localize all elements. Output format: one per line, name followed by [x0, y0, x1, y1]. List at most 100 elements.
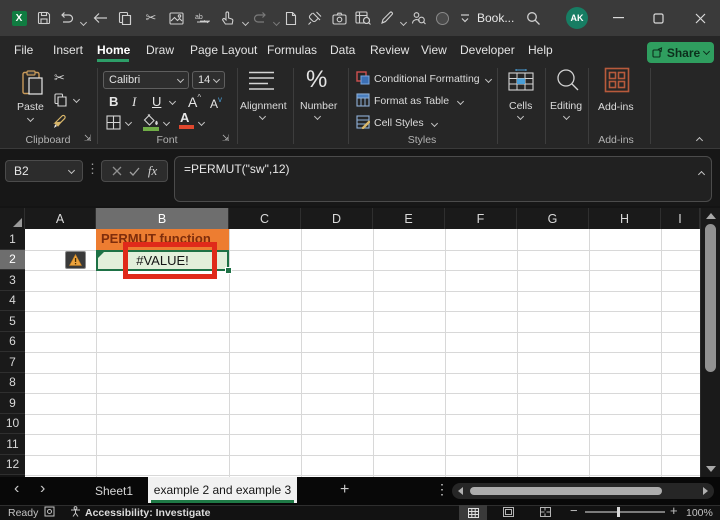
- column-header-a[interactable]: A: [25, 208, 96, 229]
- fill-handle[interactable]: [225, 267, 232, 274]
- row-header-11[interactable]: 11: [0, 434, 25, 455]
- clipboard-dialog-launcher-icon[interactable]: ⇲: [84, 134, 92, 144]
- macro-record-icon[interactable]: [44, 506, 55, 517]
- find-replace-icon[interactable]: ab: [194, 10, 210, 26]
- close-button[interactable]: [683, 0, 717, 36]
- column-header-e[interactable]: E: [373, 208, 445, 229]
- conditional-formatting-button[interactable]: Conditional Formatting: [374, 73, 480, 85]
- font-dialog-launcher-icon[interactable]: ⇲: [222, 134, 230, 144]
- ink-pen-icon[interactable]: [379, 10, 395, 26]
- row-header-8[interactable]: 8: [0, 372, 25, 393]
- bold-button[interactable]: B: [109, 94, 118, 109]
- add-sheet-icon[interactable]: +: [340, 481, 349, 499]
- italic-button[interactable]: I: [132, 94, 136, 110]
- tab-home[interactable]: Home: [97, 43, 130, 57]
- font-name-combo[interactable]: Calibri: [103, 71, 189, 89]
- shrink-font-button[interactable]: Av: [210, 95, 222, 111]
- row-header-3[interactable]: 3: [0, 270, 25, 291]
- column-header-b[interactable]: B: [96, 208, 229, 229]
- redo-dropdown-icon[interactable]: [268, 14, 284, 30]
- underline-button[interactable]: U: [152, 94, 161, 109]
- undo-icon[interactable]: [58, 10, 74, 26]
- ink-pen-dropdown-icon[interactable]: [395, 14, 411, 30]
- scroll-right-icon[interactable]: [703, 487, 708, 495]
- tab-insert[interactable]: Insert: [53, 43, 83, 57]
- cut-button-icon[interactable]: ✂: [54, 71, 65, 86]
- insert-function-icon[interactable]: fx: [148, 163, 157, 179]
- back-icon[interactable]: [92, 10, 108, 26]
- sheet-options-icon[interactable]: ⋮: [435, 481, 449, 498]
- paste-icon[interactable]: [22, 70, 44, 96]
- scroll-up-icon[interactable]: [706, 213, 716, 219]
- sheet-prev-icon[interactable]: ‹: [14, 480, 19, 498]
- zoom-out-button[interactable]: −: [570, 503, 578, 518]
- addins-button[interactable]: Add-ins: [598, 101, 634, 113]
- font-color-icon[interactable]: A: [179, 111, 194, 129]
- lookup-sheet-icon[interactable]: [355, 10, 371, 26]
- column-header-h[interactable]: H: [589, 208, 661, 229]
- grow-font-button[interactable]: A^: [188, 93, 201, 110]
- tab-review[interactable]: Review: [370, 43, 409, 57]
- normal-view-button[interactable]: [459, 505, 487, 520]
- tab-view[interactable]: View: [421, 43, 447, 57]
- column-header-i[interactable]: I: [661, 208, 700, 229]
- row-header-4[interactable]: 4: [0, 290, 25, 311]
- zoom-slider-thumb[interactable]: [617, 507, 620, 517]
- tab-data[interactable]: Data: [330, 43, 355, 57]
- search-icon[interactable]: [525, 10, 541, 26]
- column-header-g[interactable]: G: [517, 208, 589, 229]
- fill-color-icon[interactable]: [143, 113, 159, 131]
- copy-button-icon[interactable]: [54, 93, 67, 107]
- tab-help[interactable]: Help: [528, 43, 553, 57]
- undo-dropdown-icon[interactable]: [75, 14, 91, 30]
- row-header-9[interactable]: 9: [0, 393, 25, 414]
- vertical-scrollbar-thumb[interactable]: [705, 224, 716, 372]
- row-header-7[interactable]: 7: [0, 352, 25, 373]
- column-header-f[interactable]: F: [445, 208, 517, 229]
- row-header-1[interactable]: 1: [0, 229, 25, 250]
- pin-icon[interactable]: [306, 10, 322, 26]
- cells-button[interactable]: Cells: [509, 100, 532, 112]
- cell-styles-button[interactable]: Cell Styles: [374, 117, 424, 129]
- paste-label[interactable]: Paste: [17, 101, 44, 113]
- tab-file[interactable]: File: [14, 43, 33, 57]
- vertical-scrollbar[interactable]: [700, 208, 720, 477]
- select-all-corner[interactable]: [0, 208, 25, 229]
- format-as-table-button[interactable]: Format as Table: [374, 95, 449, 107]
- tab-page-layout[interactable]: Page Layout: [190, 43, 257, 57]
- number-format-icon[interactable]: %: [306, 66, 327, 94]
- redo-icon[interactable]: [252, 10, 268, 26]
- page-layout-view-button[interactable]: [503, 507, 514, 517]
- borders-icon[interactable]: [106, 115, 121, 130]
- scroll-left-icon[interactable]: [458, 487, 463, 495]
- cancel-icon[interactable]: [112, 166, 122, 176]
- maximize-button[interactable]: [641, 0, 675, 36]
- row-header-2[interactable]: 2: [0, 249, 25, 270]
- column-header-c[interactable]: C: [229, 208, 301, 229]
- font-size-combo[interactable]: 14: [192, 71, 225, 89]
- alignment-label[interactable]: Alignment: [240, 100, 287, 112]
- enter-icon[interactable]: [129, 167, 140, 176]
- copy-icon[interactable]: [117, 10, 133, 26]
- row-header-12[interactable]: 12: [0, 454, 25, 475]
- format-painter-icon[interactable]: [53, 114, 69, 129]
- zoom-slider-track[interactable]: [585, 511, 665, 513]
- avatar[interactable]: AK: [566, 7, 588, 29]
- new-document-icon[interactable]: [283, 10, 299, 26]
- cut-icon[interactable]: ✂: [143, 10, 159, 26]
- row-header-10[interactable]: 10: [0, 413, 25, 434]
- name-box[interactable]: B2: [5, 160, 83, 182]
- insert-picture-icon[interactable]: [168, 10, 184, 26]
- touch-mode-icon[interactable]: [219, 10, 235, 26]
- sheet-next-icon[interactable]: ›: [40, 480, 45, 498]
- tab-draw[interactable]: Draw: [146, 43, 174, 57]
- editing-button[interactable]: Editing: [550, 100, 582, 112]
- error-options-button[interactable]: [65, 251, 86, 269]
- horizontal-scrollbar-thumb[interactable]: [470, 487, 662, 495]
- sheet-tab-sheet1[interactable]: Sheet1: [95, 484, 133, 498]
- row-header-5[interactable]: 5: [0, 311, 25, 332]
- scroll-down-icon[interactable]: [706, 466, 716, 472]
- column-header-d[interactable]: D: [301, 208, 373, 229]
- people-search-icon[interactable]: [410, 10, 426, 26]
- touch-mode-dropdown-icon[interactable]: [237, 14, 253, 30]
